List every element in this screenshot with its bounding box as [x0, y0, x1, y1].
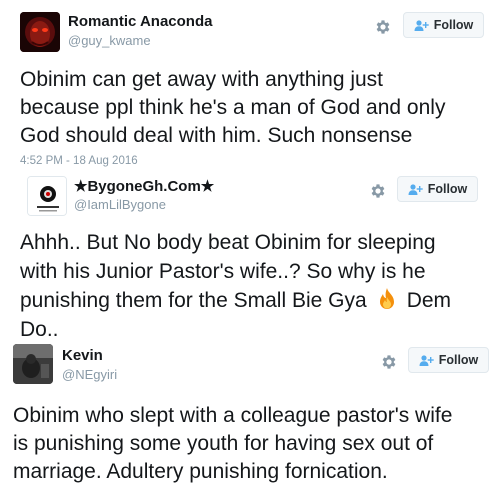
gear-icon[interactable] [369, 182, 387, 200]
add-user-icon [408, 183, 423, 195]
follow-label: Follow [438, 353, 479, 367]
tweet-text-line: with his Junior Pastor's wife..? So why … [20, 260, 426, 283]
tweet-text-line: God should deal with him. Such nonsense [20, 124, 413, 147]
add-user-icon [414, 19, 429, 31]
user-handle[interactable]: @NEgyiri [62, 367, 117, 382]
gear-icon[interactable] [380, 353, 398, 371]
tweet-text-segment: Dem [406, 289, 452, 312]
display-name[interactable]: Romantic Anaconda [68, 13, 212, 30]
tweet-text: Ahhh.. But No body beat Obinim for sleep… [20, 228, 451, 344]
tweet-text-line: because ppl think he's a man of God and … [20, 96, 446, 119]
tweet-text: Obinim who slept with a colleague pastor… [13, 402, 452, 486]
fire-emoji [379, 288, 394, 309]
tweet-text: Obinim can get away with anything just b… [20, 66, 445, 150]
tweet-text-line: Obinim can get away with anything just [20, 68, 384, 91]
tweet-text-line: punishing them for the Small Bie Gya Dem [20, 286, 451, 315]
follow-button[interactable]: Follow [397, 176, 478, 202]
tweet-text-line: Obinim who slept with a colleague pastor… [13, 404, 453, 427]
display-name[interactable]: Kevin [62, 347, 103, 364]
tweet-text-line: marriage. Adultery punishing fornication… [13, 460, 388, 483]
user-handle[interactable]: @IamLilBygone [74, 197, 166, 212]
tweet-kevin: Kevin @NEgyiri Follow Obinim who slept w… [0, 335, 500, 490]
tweet-text-segment: punishing them for the Small Bie Gya [20, 289, 367, 312]
follow-label: Follow [433, 18, 474, 32]
avatar[interactable] [27, 176, 67, 216]
avatar[interactable] [13, 344, 53, 384]
avatar[interactable] [20, 12, 60, 52]
follow-button[interactable]: Follow [403, 12, 484, 38]
timestamp[interactable]: 4:52 PM - 18 Aug 2016 [20, 155, 138, 167]
follow-button[interactable]: Follow [408, 347, 489, 373]
user-handle[interactable]: @guy_kwame [68, 33, 151, 48]
tweet-bygonegh: ★BygoneGh.Com★ @IamLilBygone Follow Ahhh… [0, 170, 500, 341]
tweet-text-line: is punishing some youth for having sex o… [13, 432, 434, 455]
tweet-romantic-anaconda: Romantic Anaconda @guy_kwame Follow Obin… [0, 0, 500, 170]
add-user-icon [419, 354, 434, 366]
tweet-text-line: Ahhh.. But No body beat Obinim for sleep… [20, 231, 436, 254]
display-name[interactable]: ★BygoneGh.Com★ [74, 177, 214, 195]
follow-label: Follow [427, 182, 468, 196]
gear-icon[interactable] [374, 18, 392, 36]
